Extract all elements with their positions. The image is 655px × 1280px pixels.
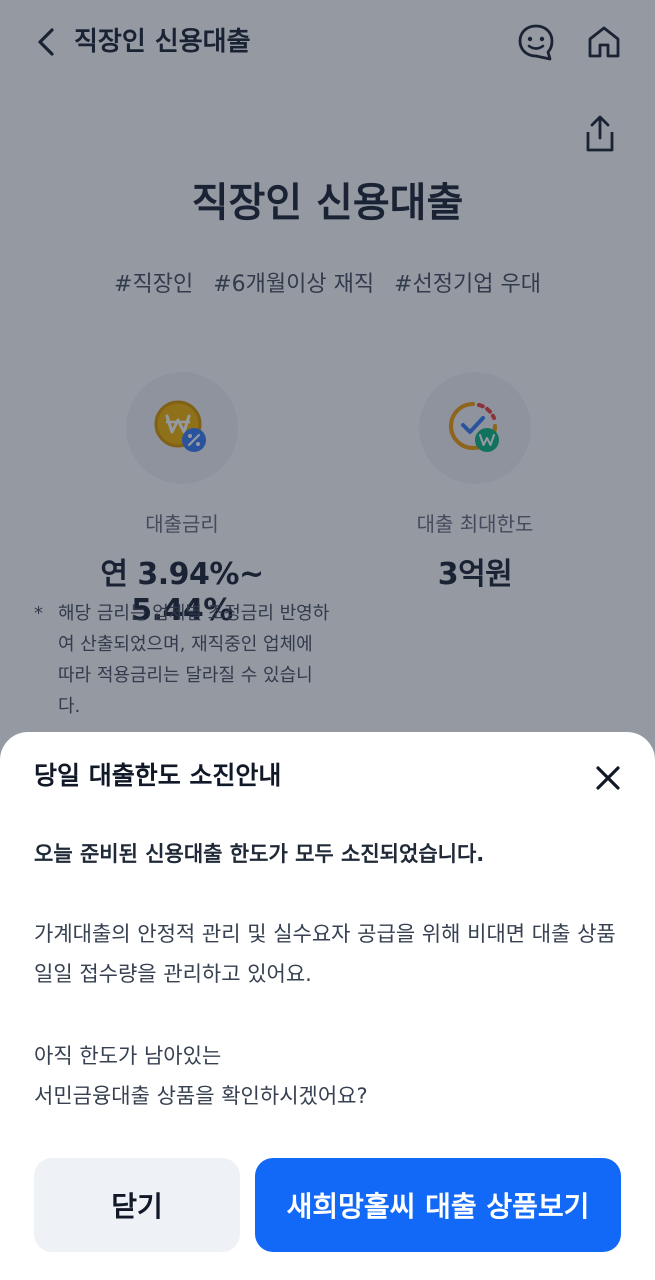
close-button[interactable] xyxy=(584,754,632,802)
sheet-title: 당일 대출한도 소진안내 xyxy=(34,761,282,790)
sheet-paragraph-2: 아직 한도가 남아있는 서민금융대출 상품을 확인하시겠어요? xyxy=(34,1036,624,1116)
close-sheet-button[interactable]: 닫기 xyxy=(34,1158,240,1252)
bottom-sheet: 당일 대출한도 소진안내 오늘 준비된 신용대출 한도가 모두 소진되었습니다.… xyxy=(0,732,655,1280)
sheet-paragraph-2-line-2: 서민금융대출 상품을 확인하시겠어요? xyxy=(34,1084,368,1108)
sheet-paragraph-1: 가계대출의 안정적 관리 및 실수요자 공급을 위해 비대면 대출 상품 일일 … xyxy=(34,922,616,986)
sheet-paragraph-2-line-1: 아직 한도가 남아있는 xyxy=(34,1044,222,1068)
sheet-body: 오늘 준비된 신용대출 한도가 모두 소진되었습니다. 가계대출의 안정적 관리… xyxy=(34,836,624,1116)
sheet-lead-text: 오늘 준비된 신용대출 한도가 모두 소진되었습니다. xyxy=(34,842,485,866)
view-loan-product-button[interactable]: 새희망홀씨 대출 상품보기 xyxy=(255,1158,621,1252)
close-icon xyxy=(596,766,620,790)
